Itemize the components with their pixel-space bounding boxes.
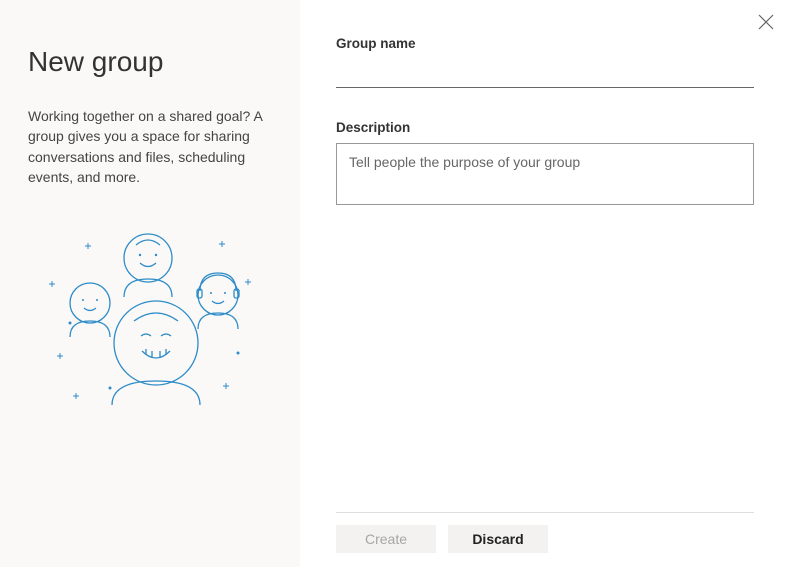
group-illustration: [28, 223, 272, 418]
description-label: Description: [336, 120, 754, 135]
group-name-input[interactable]: [336, 59, 754, 88]
close-icon[interactable]: [754, 10, 778, 39]
footer: Create Discard: [336, 512, 754, 553]
page-title: New group: [28, 46, 272, 78]
left-pane: New group Working together on a shared g…: [0, 0, 300, 567]
right-pane: Group name Description Create Discard: [300, 0, 790, 567]
page-subtitle: Working together on a shared goal? A gro…: [28, 106, 272, 187]
discard-button[interactable]: Discard: [448, 525, 548, 553]
create-button[interactable]: Create: [336, 525, 436, 553]
group-name-label: Group name: [336, 36, 754, 51]
description-input[interactable]: [336, 143, 754, 205]
